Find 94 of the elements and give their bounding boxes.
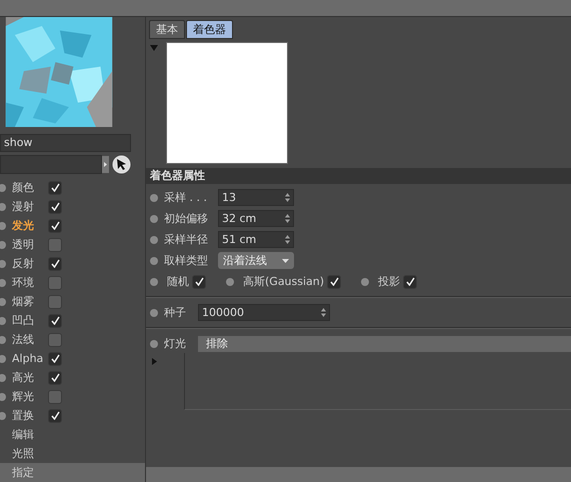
spinner-arrows-icon[interactable]: [321, 308, 326, 317]
spinner-arrows-icon[interactable]: [285, 193, 290, 202]
animation-dot-icon[interactable]: [0, 202, 6, 210]
tab[interactable]: 基本: [149, 20, 185, 39]
channel-label[interactable]: 发光: [12, 218, 48, 233]
checkbox[interactable]: [48, 180, 62, 194]
property-label: 采样半径: [164, 232, 209, 247]
channel-label[interactable]: 颜色: [12, 180, 48, 195]
link-field[interactable]: [0, 155, 102, 174]
checkbox[interactable]: [48, 200, 62, 214]
channel-label[interactable]: 凹凸: [12, 313, 48, 328]
channel-label[interactable]: 高光: [12, 370, 48, 385]
animation-dot-icon[interactable]: [150, 340, 158, 348]
animation-dot-icon[interactable]: [0, 412, 6, 420]
checkbox[interactable]: [48, 238, 62, 252]
number-field[interactable]: 13: [218, 189, 294, 206]
option-label: 高斯(Gaussian): [243, 274, 324, 289]
animation-dot-icon[interactable]: [0, 336, 6, 344]
check-icon: [406, 277, 415, 286]
checkbox[interactable]: [327, 274, 342, 288]
channel-label[interactable]: 烟雾: [12, 294, 48, 309]
checkbox[interactable]: [48, 276, 62, 290]
expand-triangle-icon[interactable]: [152, 358, 157, 365]
checkbox[interactable]: [48, 294, 62, 308]
animation-dot-icon[interactable]: [150, 256, 158, 264]
channel-label[interactable]: 反射: [12, 256, 48, 271]
spinner-arrows-icon[interactable]: [285, 235, 290, 244]
dropdown[interactable]: 沿着法线: [218, 252, 294, 269]
check-icon: [194, 277, 204, 286]
number-field[interactable]: 100000: [198, 304, 330, 321]
property-label: 采样 . . .: [164, 190, 208, 205]
check-icon: [50, 221, 60, 230]
property-label: 灯光: [164, 336, 187, 351]
animation-dot-icon[interactable]: [150, 214, 158, 222]
tab[interactable]: 着色器: [186, 20, 233, 39]
animation-dot-icon[interactable]: [0, 392, 6, 400]
number-field[interactable]: 32 cm: [218, 210, 294, 227]
option-label: 投影: [378, 274, 400, 289]
spinner-arrows-icon[interactable]: [285, 214, 290, 223]
channel-label[interactable]: 环境: [12, 275, 48, 290]
channel-label[interactable]: 漫射: [12, 199, 48, 214]
caret-icon: [282, 258, 289, 262]
section-title: 着色器属性: [146, 168, 571, 184]
number-field[interactable]: 51 cm: [218, 231, 294, 248]
animation-dot-icon[interactable]: [150, 308, 158, 316]
page-item[interactable]: 编辑: [0, 425, 145, 444]
check-icon: [330, 277, 339, 286]
check-icon: [50, 259, 60, 268]
channel-label[interactable]: 法线: [12, 332, 48, 347]
play-icon: [104, 162, 107, 167]
property-label: 种子: [164, 305, 187, 320]
animation-dot-icon[interactable]: [0, 298, 6, 306]
checkbox[interactable]: [48, 390, 62, 404]
checkbox[interactable]: [48, 332, 62, 346]
checkbox[interactable]: [48, 218, 62, 232]
page-item[interactable]: 光照: [0, 444, 145, 463]
checkbox[interactable]: [48, 408, 62, 422]
checkbox[interactable]: [48, 314, 62, 328]
checkbox[interactable]: [192, 274, 206, 288]
animation-dot-icon[interactable]: [150, 194, 158, 202]
animation-dot-icon[interactable]: [0, 222, 6, 230]
channel-label[interactable]: 辉光: [12, 389, 48, 404]
animation-dot-icon[interactable]: [226, 278, 234, 286]
animation-dot-icon[interactable]: [150, 236, 158, 244]
animation-dot-icon[interactable]: [0, 354, 6, 362]
channel-label[interactable]: 透明: [12, 237, 48, 252]
animation-dot-icon[interactable]: [0, 240, 6, 248]
channel-label[interactable]: 置换: [12, 408, 48, 423]
mode-dropdown[interactable]: 排除: [198, 336, 571, 352]
checkbox[interactable]: [48, 256, 62, 270]
checkbox[interactable]: [48, 370, 62, 384]
channel-label[interactable]: Alpha: [12, 352, 48, 365]
animation-dot-icon[interactable]: [0, 316, 6, 324]
animation-dot-icon[interactable]: [150, 278, 158, 286]
check-icon: [50, 202, 60, 211]
checkbox[interactable]: [48, 352, 62, 366]
page-item[interactable]: 指定: [0, 463, 145, 482]
animation-dot-icon[interactable]: [0, 184, 6, 192]
check-icon: [50, 411, 60, 420]
property-label: 初始偏移: [164, 211, 209, 226]
check-icon: [50, 316, 60, 325]
check-icon: [50, 183, 60, 192]
check-icon: [50, 373, 60, 382]
pointer-icon[interactable]: [112, 155, 131, 174]
checkbox[interactable]: [403, 274, 418, 288]
collapse-triangle-icon[interactable]: [150, 45, 158, 51]
animation-dot-icon[interactable]: [0, 374, 6, 382]
animation-dot-icon[interactable]: [0, 260, 6, 268]
animation-dot-icon[interactable]: [361, 278, 370, 286]
material-name-field[interactable]: show: [0, 134, 131, 152]
property-label: 取样类型: [164, 253, 209, 268]
check-icon: [50, 354, 60, 363]
option-label: 随机: [167, 274, 189, 289]
animation-dot-icon[interactable]: [0, 278, 6, 286]
